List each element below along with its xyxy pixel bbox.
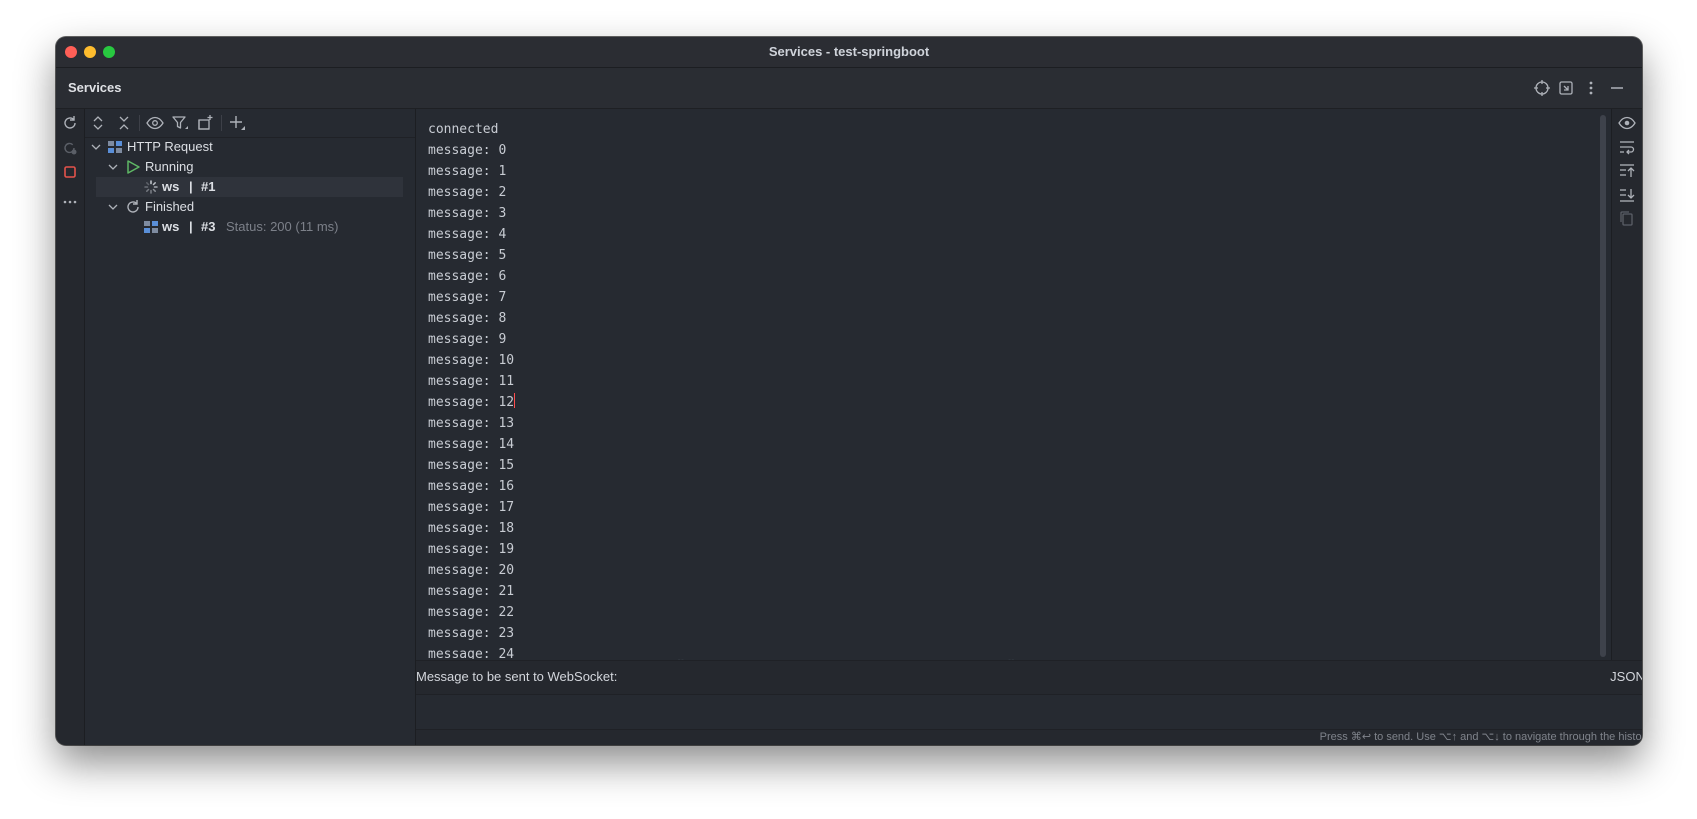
- eye-icon[interactable]: [1617, 113, 1637, 133]
- copy-icon[interactable]: [1617, 209, 1637, 229]
- console-line: message: 8: [428, 311, 507, 326]
- console-line: message: 11: [428, 374, 515, 389]
- eye-icon[interactable]: [145, 113, 165, 133]
- websocket-message-input[interactable]: [416, 694, 1642, 730]
- console-line: message: 19: [428, 542, 515, 557]
- services-tree-panel: HTTP Request Running ws | #1 Finished ws…: [85, 109, 416, 745]
- chevron-down-icon[interactable]: [107, 157, 119, 177]
- more-horizontal-icon[interactable]: [60, 192, 80, 212]
- spinner-icon: [143, 177, 159, 197]
- collapse-window-icon[interactable]: [1556, 78, 1576, 98]
- console-line: message: 7: [428, 290, 507, 305]
- tool-window-header: Services: [56, 68, 1642, 109]
- collapse-all-icon[interactable]: [114, 113, 134, 133]
- http-request-icon: [143, 217, 159, 237]
- scroll-to-end-icon[interactable]: [1617, 185, 1637, 205]
- console-line: message: 16: [428, 479, 515, 494]
- websocket-console[interactable]: connected message: 0 message: 1 message: 2 m…: [416, 109, 1642, 659]
- console-line: message: 21: [428, 584, 515, 599]
- console-line: message: 9: [428, 332, 507, 347]
- request-name: ws: [162, 219, 180, 234]
- refresh-icon[interactable]: [60, 113, 80, 133]
- console-line: connected: [428, 122, 499, 137]
- send-hint: Press ⌘↩ to send. Use ⌥↑ and ⌥↓ to navig…: [1319, 731, 1642, 743]
- text-caret: [514, 393, 516, 408]
- crosshair-icon[interactable]: [1532, 78, 1552, 98]
- add-icon[interactable]: [227, 113, 247, 133]
- console-line: message: 18: [428, 521, 515, 536]
- request-id: #1: [201, 179, 216, 194]
- right-action-strip: [1611, 109, 1642, 745]
- filter-icon[interactable]: [170, 113, 190, 133]
- request-id: #3: [201, 219, 216, 234]
- stop-icon[interactable]: [60, 162, 80, 182]
- console-line: message: 1: [428, 164, 507, 179]
- console-line: message: 15: [428, 458, 515, 473]
- console-line: message: 3: [428, 206, 507, 221]
- format-value: JSON: [1610, 669, 1642, 684]
- console-line: message: 22: [428, 605, 515, 620]
- tree-node-label: Finished: [145, 199, 195, 214]
- expand-all-icon[interactable]: [88, 113, 108, 133]
- refresh-icon: [125, 197, 141, 217]
- request-separator: |: [189, 179, 193, 194]
- scroll-to-top-icon[interactable]: [1617, 161, 1637, 181]
- more-vertical-icon[interactable]: [1581, 78, 1601, 98]
- console-line: message: 24: [428, 647, 515, 659]
- tree-toolbar: [85, 109, 415, 138]
- tree-node-label: HTTP Request: [127, 139, 213, 154]
- console-line: message: 20: [428, 563, 515, 578]
- console-line: message: 23: [428, 626, 515, 641]
- console-line: message: 12: [428, 393, 516, 410]
- console-line: message: 5: [428, 248, 507, 263]
- chevron-down-icon[interactable]: [90, 137, 102, 157]
- tree-node-ws-3[interactable]: ws | #3 Status: 200 (11 ms): [85, 217, 415, 237]
- tree-node-label: Running: [145, 159, 194, 174]
- console-line: message: 2: [428, 185, 507, 200]
- console-line: message: 13: [428, 416, 515, 431]
- title-bar: Services - test-springboot: [56, 37, 1642, 68]
- console-line: message: 0: [428, 143, 507, 158]
- request-status: Status: 200 (11 ms): [226, 219, 339, 234]
- chevron-down-icon[interactable]: [107, 197, 119, 217]
- tree-node-running[interactable]: Running: [85, 157, 415, 177]
- request-separator: |: [189, 219, 193, 234]
- console-line: message: 17: [428, 500, 515, 515]
- tool-window-title: Services: [68, 80, 122, 95]
- message-input-label: Message to be sent to WebSocket:: [416, 669, 618, 684]
- tree-node-ws-1[interactable]: ws | #1: [96, 177, 403, 197]
- services-window: Services - test-springboot Services HTTP…: [56, 37, 1642, 745]
- toolbar-separator: [139, 115, 140, 131]
- tree-node-http-request[interactable]: HTTP Request: [85, 137, 415, 157]
- tree-node-finished[interactable]: Finished: [85, 197, 415, 217]
- http-request-icon: [107, 137, 123, 157]
- left-action-strip: [56, 109, 85, 745]
- format-dropdown[interactable]: JSON◢: [1610, 669, 1642, 684]
- console-line: message: 6: [428, 269, 507, 284]
- console-line: message: 14: [428, 437, 515, 452]
- rerun-icon[interactable]: [60, 138, 80, 158]
- run-icon: [125, 157, 141, 177]
- message-input-area: Message to be sent to WebSocket: JSON◢ P…: [416, 660, 1642, 745]
- scrollbar-thumb[interactable]: [1600, 115, 1606, 657]
- request-name: ws: [162, 179, 180, 194]
- minimize-icon[interactable]: [1607, 78, 1627, 98]
- soft-wrap-icon[interactable]: [1617, 137, 1637, 157]
- new-tab-icon[interactable]: [195, 113, 215, 133]
- console-line: message: 4: [428, 227, 507, 242]
- window-title: Services - test-springboot: [768, 44, 930, 59]
- console-line: message: 10: [428, 353, 515, 368]
- toolbar-separator: [221, 115, 222, 131]
